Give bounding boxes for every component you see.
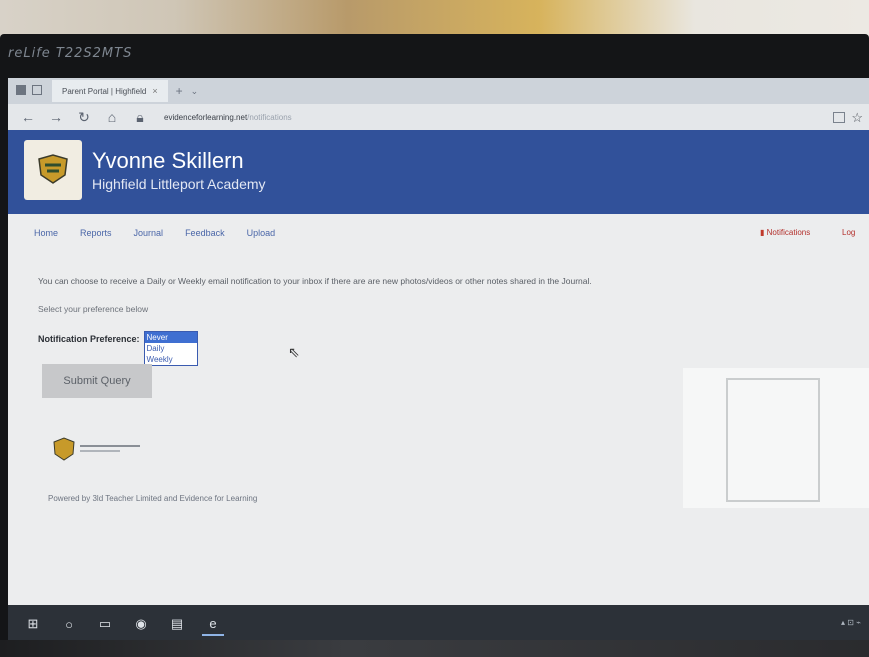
school-name: Highfield Littleport Academy — [92, 176, 266, 192]
lock-icon: 🔒︎ — [136, 108, 144, 125]
browser-tab[interactable]: Parent Portal | Highfield × — [52, 80, 168, 102]
nav-reports[interactable]: Reports — [80, 228, 112, 238]
window-icon — [16, 85, 26, 95]
footer-school-logo — [53, 437, 140, 461]
monitor-stand — [0, 640, 869, 657]
task-view-icon[interactable]: ▭ — [94, 613, 116, 635]
address-bar: ← → ↻ ⌂ 🔒︎ evidenceforlearning.net/notif… — [8, 104, 869, 131]
nav-journal[interactable]: Journal — [134, 228, 164, 238]
url-field[interactable]: evidenceforlearning.net/notifications — [164, 113, 292, 122]
taskbar: ⊞ ○ ▭ ◉ ▤ e ▴ ⊡ ⌁ — [8, 605, 869, 643]
close-tab-icon[interactable]: × — [152, 86, 157, 96]
window-frame-reflection — [726, 378, 820, 502]
search-icon[interactable]: ○ — [58, 613, 80, 635]
nav-home[interactable]: Home — [34, 228, 58, 238]
submit-query-button[interactable]: Submit Query — [42, 364, 152, 398]
star-icon[interactable]: ☆ — [851, 110, 863, 126]
tab-menu-icon[interactable]: ⌄ — [191, 86, 199, 97]
chrome-icon[interactable]: ◉ — [130, 613, 152, 635]
monitor-model-label: reLife T22S2MTS — [8, 46, 133, 61]
preference-label: Notification Preference: — [38, 334, 140, 344]
refresh-icon[interactable]: ↻ — [76, 109, 92, 126]
select-prompt: Select your preference below — [38, 304, 149, 314]
windows-start-icon[interactable]: ⊞ — [22, 613, 44, 635]
new-tab-button[interactable]: + — [176, 84, 183, 98]
notification-settings: You can choose to receive a Daily or Wee… — [38, 276, 858, 503]
screen: Parent Portal | Highfield × + ⌄ ← → ↻ ⌂ … — [8, 78, 869, 643]
tab-preview-icon[interactable] — [32, 85, 42, 95]
tab-title: Parent Portal | Highfield — [62, 86, 147, 96]
home-icon[interactable]: ⌂ — [104, 109, 120, 125]
edge-icon[interactable]: e — [202, 612, 224, 636]
main-nav: Home Reports Journal Feedback Upload ▮ N… — [8, 224, 869, 246]
header-banner: Yvonne Skillern Highfield Littleport Aca… — [8, 130, 869, 214]
powered-by-text: Powered by 3ld Teacher Limited and Evide… — [48, 494, 258, 503]
back-icon[interactable]: ← — [20, 109, 36, 125]
system-tray[interactable]: ▴ ⊡ ⌁ — [841, 618, 861, 627]
url-domain: evidenceforlearning.net — [164, 112, 248, 122]
notifications-label: Notifications — [766, 228, 811, 237]
browser-tab-strip: Parent Portal | Highfield × + ⌄ — [8, 78, 869, 104]
url-path: /notifications — [247, 112, 292, 122]
intro-text: You can choose to receive a Daily or Wee… — [38, 276, 592, 286]
mouse-cursor-icon: ⇖ — [288, 344, 300, 360]
student-name: Yvonne Skillern — [92, 148, 244, 173]
crest-icon — [38, 154, 68, 184]
store-icon[interactable]: ▤ — [166, 613, 188, 635]
preference-row: Notification Preference: Never Daily Wee… — [38, 331, 198, 366]
reading-view-icon[interactable] — [833, 112, 845, 123]
forward-icon[interactable]: → — [48, 109, 64, 125]
notifications-link[interactable]: ▮ Notifications — [760, 228, 810, 237]
preference-listbox[interactable]: Never Daily Weekly — [143, 331, 198, 366]
option-never[interactable]: Never — [144, 332, 197, 343]
logout-link[interactable]: Log — [842, 228, 855, 237]
option-weekly[interactable]: Weekly — [145, 354, 197, 365]
option-daily[interactable]: Daily — [145, 343, 197, 354]
nav-feedback[interactable]: Feedback — [185, 228, 225, 238]
school-logo — [24, 140, 82, 200]
bell-icon: ▮ — [760, 228, 765, 237]
nav-upload[interactable]: Upload — [247, 228, 276, 238]
